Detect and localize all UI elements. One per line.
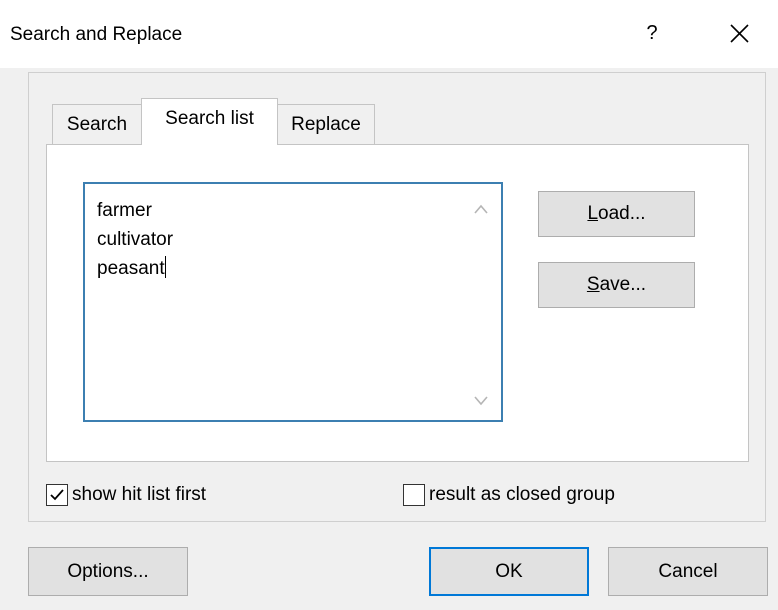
options-button[interactable]: Options... xyxy=(28,547,188,596)
chevron-down-icon xyxy=(474,396,488,406)
chevron-up-icon xyxy=(474,204,488,214)
closed-group-checkbox[interactable] xyxy=(403,484,425,506)
save-button[interactable]: Save... xyxy=(538,262,695,308)
text-caret xyxy=(164,256,166,278)
closed-group-checkbox-row[interactable]: result as closed group xyxy=(403,483,615,507)
scroll-down-arrow[interactable] xyxy=(470,392,492,406)
show-hit-list-checkbox[interactable] xyxy=(46,484,68,506)
closed-group-label: result as closed group xyxy=(429,484,615,505)
tab-search-list[interactable]: Search list xyxy=(141,98,278,145)
close-button[interactable] xyxy=(726,17,754,49)
title-bar: Search and Replace ? xyxy=(0,0,778,68)
close-icon xyxy=(730,24,749,43)
cancel-button[interactable]: Cancel xyxy=(608,547,768,596)
ok-button[interactable]: OK xyxy=(429,547,589,596)
tab-search[interactable]: Search xyxy=(52,104,142,144)
show-hit-list-label: show hit list first xyxy=(72,484,207,505)
load-button[interactable]: Load... xyxy=(538,191,695,237)
checkmark-icon xyxy=(50,489,64,501)
list-item: peasant xyxy=(97,256,166,279)
list-item: cultivator xyxy=(97,229,174,250)
help-button[interactable]: ? xyxy=(642,22,662,45)
list-item: farmer xyxy=(97,200,152,221)
scroll-up-arrow[interactable] xyxy=(470,200,492,214)
show-hit-list-checkbox-row[interactable]: show hit list first xyxy=(46,483,206,507)
window-title: Search and Replace xyxy=(10,24,183,45)
search-list-textarea[interactable]: farmer cultivator peasant xyxy=(83,182,503,422)
tab-replace[interactable]: Replace xyxy=(277,104,375,144)
